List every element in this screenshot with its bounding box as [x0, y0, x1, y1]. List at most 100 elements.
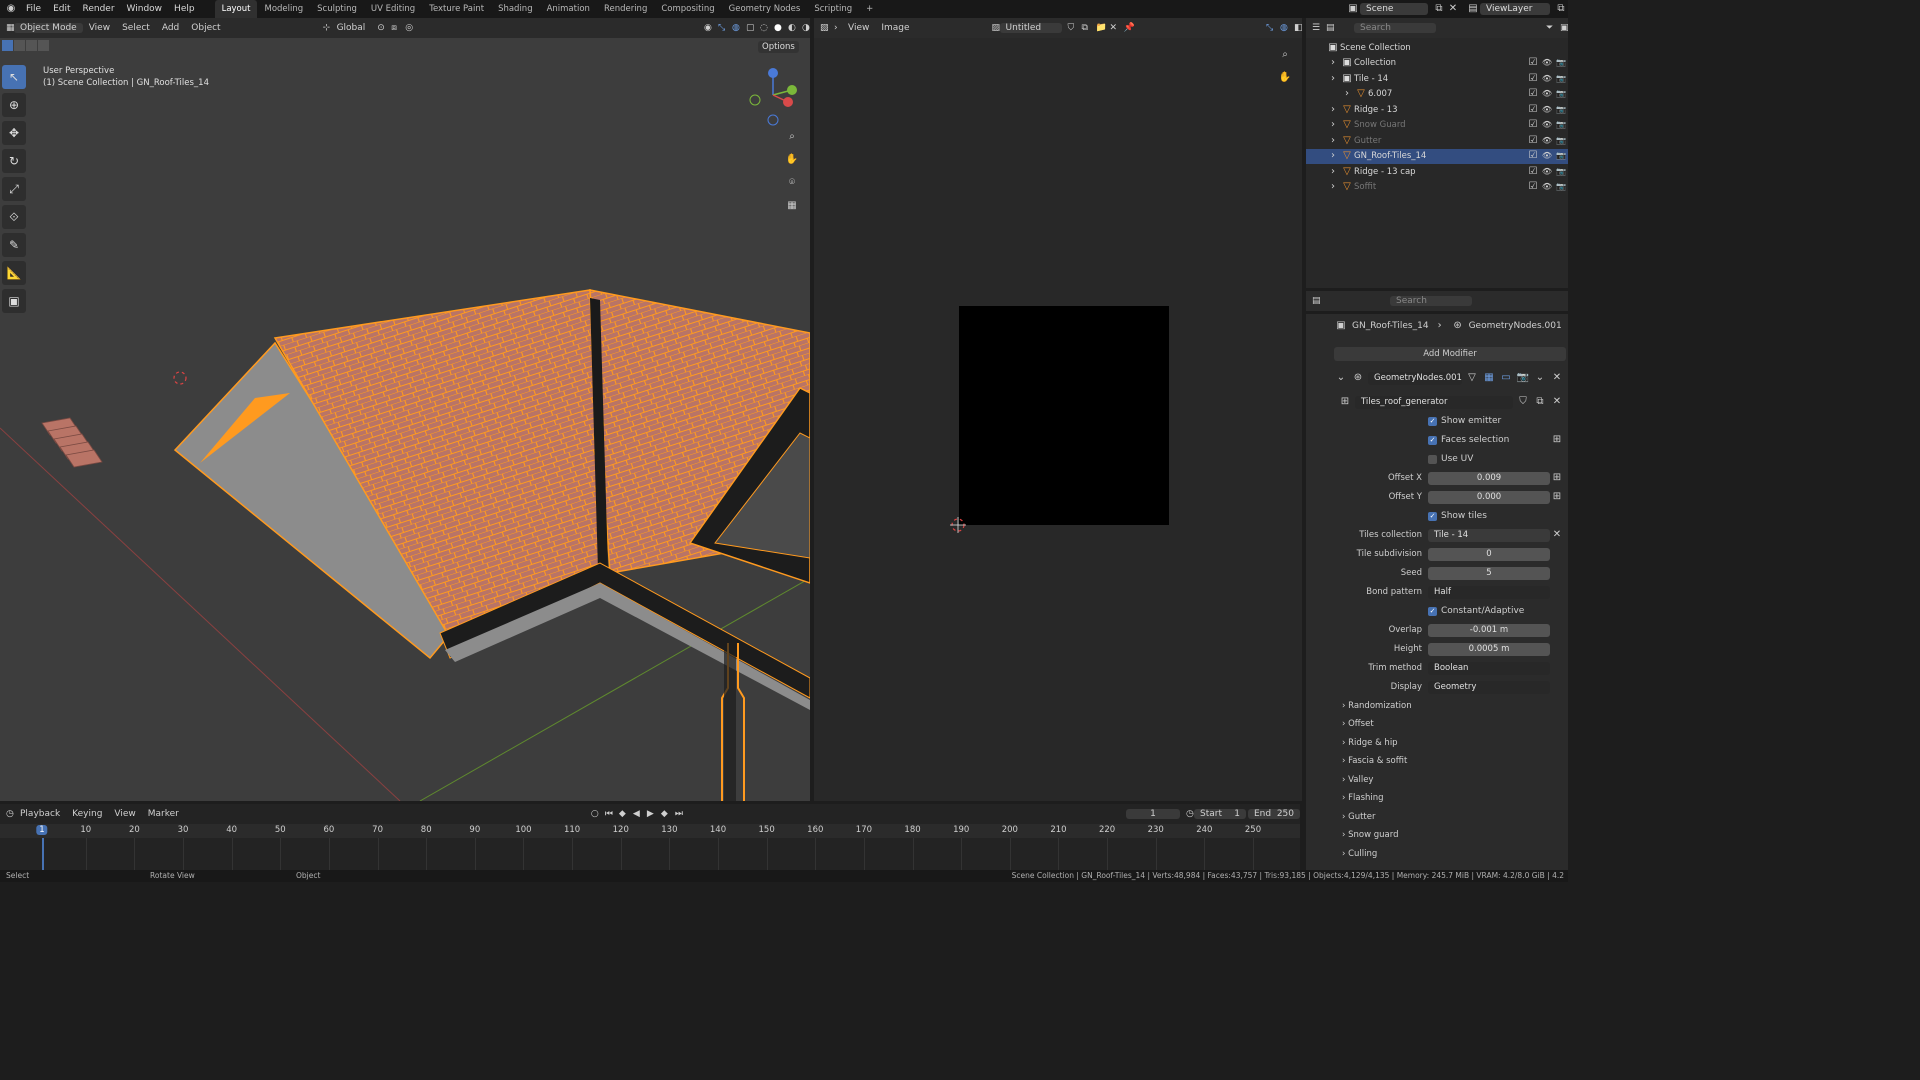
expand-arrow-icon[interactable]: ›: [1326, 165, 1340, 179]
pivot-icon[interactable]: ⊙: [371, 21, 385, 35]
outliner-row[interactable]: › ▽ Soffit ☑ 👁 📷: [1306, 180, 1568, 196]
workspace-tab-geometry-nodes[interactable]: Geometry Nodes: [722, 0, 808, 18]
duplicate-icon[interactable]: ⧉: [1533, 395, 1547, 409]
attribute-toggle-icon[interactable]: ⊞: [1550, 433, 1564, 447]
outliner-row[interactable]: › ▽ GN_Roof-Tiles_14 ☑ 👁 📷: [1306, 148, 1568, 164]
overlay-icon[interactable]: ◍: [726, 21, 740, 35]
exclude-checkbox-icon[interactable]: ☑: [1526, 87, 1540, 101]
display-dropdown[interactable]: Geometry: [1428, 680, 1550, 694]
menu-render[interactable]: Render: [77, 0, 121, 18]
add-workspace-button[interactable]: +: [859, 0, 880, 18]
workspace-tab-compositing[interactable]: Compositing: [654, 0, 721, 18]
bond-pattern-dropdown[interactable]: Half: [1428, 585, 1550, 599]
transform-orientation-dropdown[interactable]: Global: [331, 23, 372, 33]
options-dropdown[interactable]: Options: [758, 41, 799, 53]
workspace-tab-layout[interactable]: Layout: [214, 0, 258, 18]
select-tool-icon[interactable]: ↖: [2, 65, 26, 89]
offset-y-attribute-icon[interactable]: ⊞: [1550, 490, 1564, 504]
grid-ortho-icon[interactable]: ▦: [785, 199, 799, 213]
outliner-row[interactable]: › ▽ Ridge - 13 ☑ 👁 📷: [1306, 102, 1568, 118]
close-scene-icon[interactable]: ✕: [1446, 2, 1460, 16]
camera-view-icon[interactable]: ⌾: [785, 176, 799, 190]
snap-icon[interactable]: ⧈: [385, 21, 399, 35]
exclude-checkbox-icon[interactable]: ☑: [1526, 149, 1540, 163]
timeline-menu-playback[interactable]: Playback: [14, 809, 66, 819]
exclude-checkbox-icon[interactable]: ☑: [1526, 103, 1540, 117]
image-name-field[interactable]: Untitled: [999, 23, 1062, 33]
properties-type-icon[interactable]: ▤: [1306, 294, 1321, 308]
render-toggle-icon[interactable]: 📷: [1516, 371, 1530, 385]
viewport-toggle-icon[interactable]: ▭: [1499, 371, 1513, 385]
menu-edit[interactable]: Edit: [47, 0, 76, 18]
outliner-row[interactable]: › ▽ Snow Guard ☑ 👁 📷: [1306, 118, 1568, 134]
panel-ridge-hip[interactable]: › Ridge & hip: [1342, 738, 1398, 748]
eye-visibility-icon[interactable]: 👁: [1540, 103, 1554, 117]
clear-collection-icon[interactable]: ✕: [1550, 528, 1564, 542]
render-visibility-icon[interactable]: 📷: [1554, 87, 1568, 101]
jump-keyframe-back-icon[interactable]: ◆: [613, 807, 627, 821]
select-extend-icon[interactable]: [14, 40, 25, 51]
view-layer-selector[interactable]: ViewLayer: [1480, 3, 1550, 15]
faces-selection-checkbox[interactable]: ✓: [1428, 435, 1437, 445]
show-tiles-checkbox[interactable]: ✓: [1428, 511, 1437, 521]
panel-gutter[interactable]: › Gutter: [1342, 812, 1375, 822]
exclude-checkbox-icon[interactable]: ☑: [1526, 165, 1540, 179]
modifier-menu-icon[interactable]: ⌄: [1533, 371, 1547, 385]
timeline-menu-view[interactable]: View: [108, 809, 141, 819]
workspace-tab-uv-editing[interactable]: UV Editing: [364, 0, 422, 18]
wireframe-shading-icon[interactable]: ◌: [754, 21, 768, 35]
outliner-row[interactable]: › ▽ Ridge - 13 cap ☑ 👁 📷: [1306, 164, 1568, 180]
expand-arrow-icon[interactable]: ›: [1326, 134, 1340, 148]
proportional-edit-icon[interactable]: ◎: [399, 21, 413, 35]
panel-valley[interactable]: › Valley: [1342, 775, 1373, 785]
remove-modifier-icon[interactable]: ✕: [1550, 371, 1564, 385]
playhead[interactable]: [42, 838, 44, 870]
image-hand-pan-icon[interactable]: ✋: [1278, 71, 1292, 85]
measure-tool-icon[interactable]: 📐: [2, 261, 26, 285]
outliner-row[interactable]: › ▽ Gutter ☑ 👁 📷: [1306, 133, 1568, 149]
render-visibility-icon[interactable]: 📷: [1554, 134, 1568, 148]
play-reverse-icon[interactable]: ◀: [627, 807, 641, 821]
render-visibility-icon[interactable]: 📷: [1554, 103, 1568, 117]
unlink-icon[interactable]: ✕: [1550, 395, 1564, 409]
timeline[interactable]: ◷ Playback Keying View Marker ○ ⏮ ◆ ◀ ▶ …: [0, 804, 1300, 870]
viewport-menu-select[interactable]: Select: [116, 23, 156, 33]
use-uv-checkbox[interactable]: [1428, 454, 1437, 464]
node-group-field[interactable]: Tiles_roof_generator: [1355, 395, 1513, 409]
add-modifier-button[interactable]: Add Modifier: [1334, 347, 1566, 361]
modifier-name-field[interactable]: GeometryNodes.001: [1368, 371, 1462, 385]
annotate-tool-icon[interactable]: ✎: [2, 233, 26, 257]
offset-y-field[interactable]: 0.000: [1428, 490, 1550, 504]
expand-arrow-icon[interactable]: ›: [1326, 118, 1340, 132]
fake-user-shield-icon[interactable]: ⛉: [1516, 395, 1530, 409]
new-image-icon[interactable]: ⧉: [1076, 21, 1090, 35]
expand-arrow-icon[interactable]: ›: [1326, 149, 1340, 163]
tile-subdivision-field[interactable]: 0: [1428, 547, 1550, 561]
eye-visibility-icon[interactable]: 👁: [1540, 56, 1554, 70]
preview-range-icon[interactable]: ◷: [1180, 807, 1194, 821]
height-field[interactable]: 0.0005 m: [1428, 642, 1550, 656]
expand-arrow-icon[interactable]: [1312, 41, 1326, 55]
auto-key-icon[interactable]: ○: [585, 807, 599, 821]
image-zoom-icon[interactable]: ⌕: [1278, 48, 1292, 62]
expand-arrow-icon[interactable]: ›: [1326, 72, 1340, 86]
viewport-menu-object[interactable]: Object: [185, 23, 226, 33]
image-canvas[interactable]: [959, 306, 1169, 525]
blender-logo-icon[interactable]: ◉: [4, 2, 18, 16]
sidebar-toggle-icon[interactable]: ›: [828, 21, 842, 35]
offset-x-attribute-icon[interactable]: ⊞: [1550, 471, 1564, 485]
panel-snow-guard[interactable]: › Snow guard: [1342, 830, 1398, 840]
start-frame-field[interactable]: Start 1: [1194, 809, 1246, 819]
eye-visibility-icon[interactable]: 👁: [1540, 134, 1554, 148]
edit-mode-toggle-icon[interactable]: ▽: [1465, 371, 1479, 385]
xray-icon[interactable]: ▢: [740, 21, 755, 35]
play-icon[interactable]: ▶: [641, 807, 655, 821]
properties-search-input[interactable]: Search: [1390, 296, 1472, 306]
hand-pan-icon[interactable]: ✋: [785, 153, 799, 167]
eye-visibility-icon[interactable]: 👁: [1540, 165, 1554, 179]
rendered-shading-icon[interactable]: ◑: [796, 21, 810, 35]
tiles-collection-field[interactable]: Tile - 14: [1428, 528, 1550, 542]
menu-file[interactable]: File: [20, 0, 47, 18]
timeline-menu-marker[interactable]: Marker: [142, 809, 185, 819]
exclude-checkbox-icon[interactable]: ☑: [1526, 118, 1540, 132]
